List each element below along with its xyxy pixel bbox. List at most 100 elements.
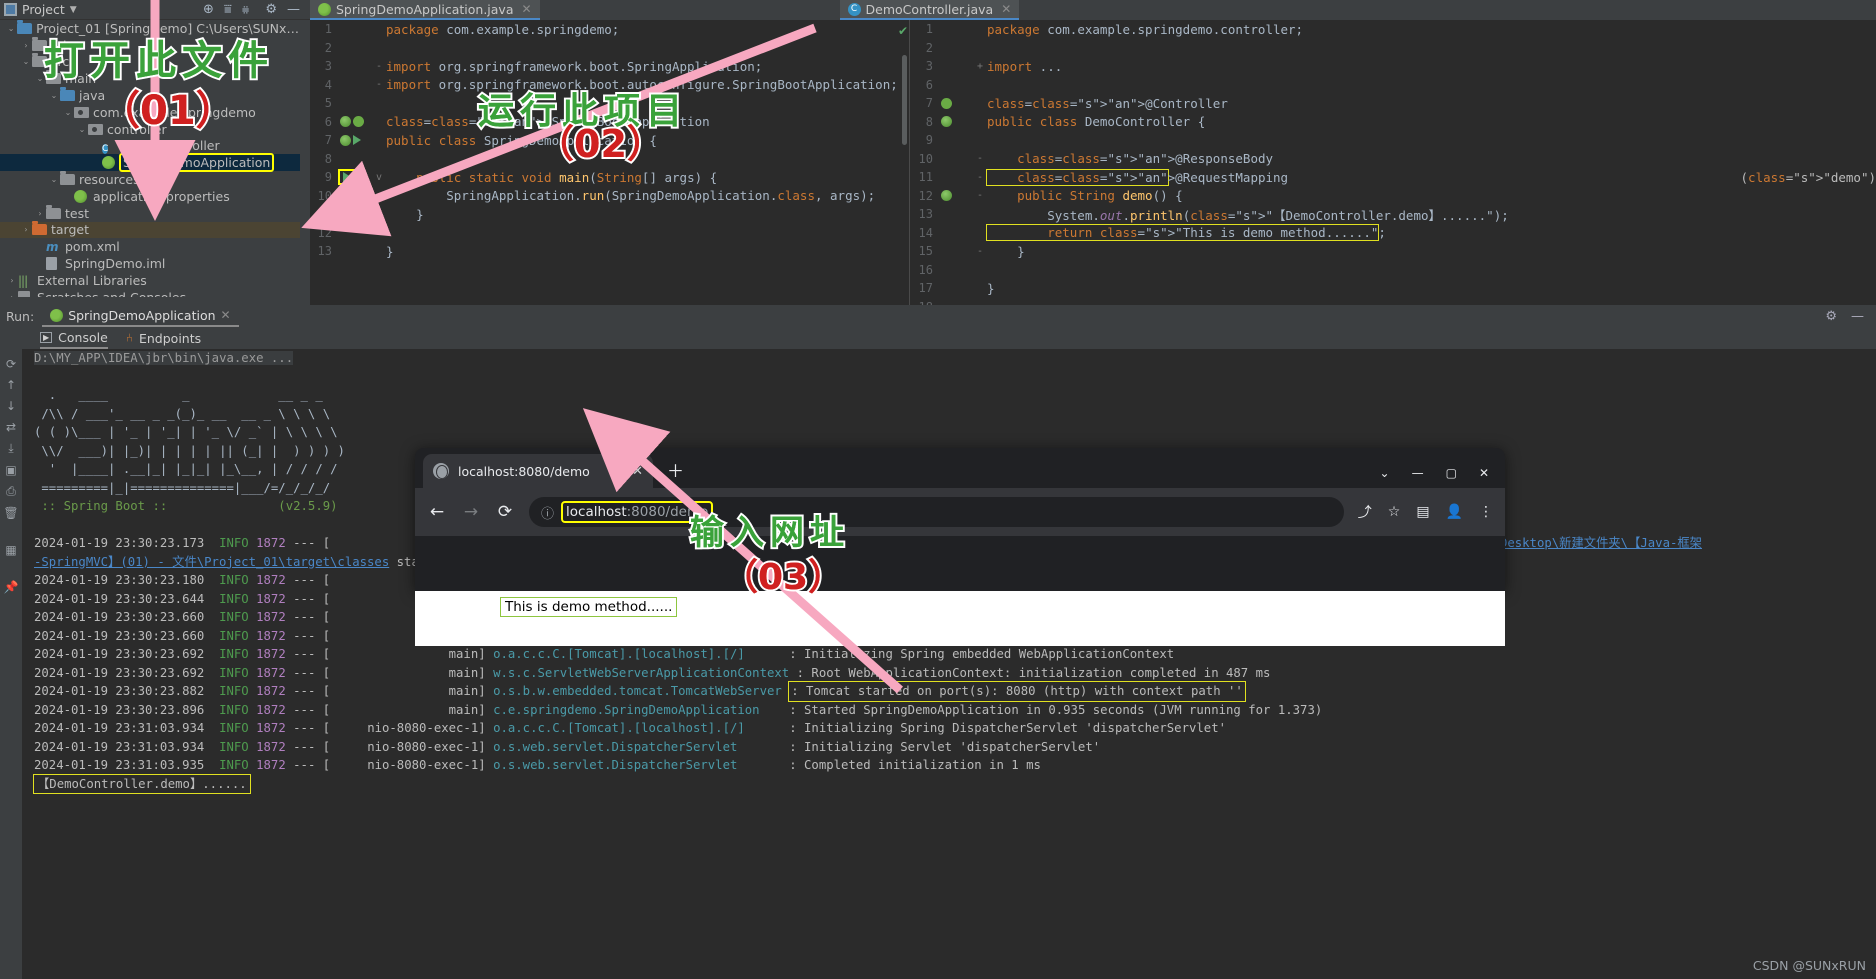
- collapse-all-icon[interactable]: ⩸: [224, 3, 232, 16]
- console-toolbar[interactable]: ⟳ ↑ ↓ ⇄ ⤓ ▣ ⎙ 🗑 ▦ 📌: [0, 349, 22, 979]
- chevron-down-icon[interactable]: ⌄: [5, 24, 17, 33]
- menu-icon[interactable]: ⋮: [1479, 504, 1493, 520]
- bean-icon[interactable]: [941, 116, 952, 127]
- grid-icon[interactable]: ▦: [5, 543, 16, 557]
- fold-marker[interactable]: -: [372, 79, 386, 90]
- close-icon[interactable]: ✕: [521, 2, 531, 16]
- chevron-right-icon[interactable]: ›: [6, 276, 18, 285]
- gutter-icons[interactable]: [939, 98, 973, 109]
- close-icon[interactable]: ✕: [221, 308, 231, 322]
- close-icon[interactable]: ✕: [632, 464, 643, 479]
- fold-marker[interactable]: -: [372, 61, 386, 72]
- project-tree[interactable]: ⌄Project_01 [SpringDemo] C:\Users\SUNxRU…: [0, 20, 300, 297]
- run-icon[interactable]: [343, 172, 351, 182]
- address-bar[interactable]: ⓘ localhost:8080/demo: [529, 497, 1344, 527]
- chevron-down-icon[interactable]: ⌄: [76, 125, 88, 134]
- down-arrow-icon[interactable]: ↓: [6, 399, 16, 413]
- run-config-tab[interactable]: SpringDemoApplication ✕: [42, 305, 238, 327]
- gutter-icons[interactable]: [338, 171, 372, 183]
- run-icon[interactable]: [353, 135, 361, 145]
- scroll-end-icon[interactable]: ⤓: [8, 441, 13, 456]
- tree-item-target[interactable]: ›target: [0, 222, 300, 239]
- gear-icon[interactable]: ⚙: [265, 3, 277, 16]
- tree-item-scratches[interactable]: ›Scratches and Consoles: [0, 289, 300, 297]
- bean-search-icon[interactable]: [340, 116, 351, 127]
- chevron-right-icon[interactable]: ·: [62, 192, 74, 201]
- minimize-icon[interactable]: —: [1412, 466, 1424, 480]
- browser-window[interactable]: localhost:8080/demo ✕ ＋ ⌄ — ▢ ✕ ← → ⟳ ⓘ …: [415, 448, 1505, 591]
- chevron-right-icon[interactable]: ·: [90, 158, 102, 167]
- tree-item-src[interactable]: ⌄src: [0, 54, 300, 71]
- tree-item-resources[interactable]: ⌄resources: [0, 171, 300, 188]
- tree-item-com[interactable]: ⌄com.example.springdemo: [0, 104, 300, 121]
- console-output[interactable]: D:\MY_APP\IDEA\jbr\bin\java.exe ... . __…: [22, 349, 1876, 979]
- chevron-right-icon[interactable]: ›: [34, 209, 46, 218]
- forward-arrow-icon[interactable]: →: [461, 502, 481, 522]
- minimize-icon[interactable]: —: [1851, 309, 1864, 324]
- gutter-icons[interactable]: [939, 190, 973, 201]
- gutter-icons[interactable]: [939, 116, 973, 127]
- gutter-icons[interactable]: [338, 116, 372, 127]
- tab-endpoints[interactable]: ⑃ Endpoints: [126, 327, 201, 349]
- minimize-icon[interactable]: —: [287, 3, 300, 16]
- bean-icon[interactable]: [353, 116, 364, 127]
- rerun-icon[interactable]: ⟳: [6, 357, 16, 371]
- tree-item-application[interactable]: ·application.properties: [0, 188, 300, 205]
- gutter-icons[interactable]: [338, 135, 372, 146]
- wrap-icon[interactable]: ⇄: [6, 420, 16, 434]
- pin-icon[interactable]: 📌: [4, 580, 19, 594]
- chevron-down-icon[interactable]: ▼: [70, 5, 77, 15]
- star-icon[interactable]: ☆: [1388, 504, 1401, 520]
- chevron-down-icon[interactable]: ⌄: [48, 175, 60, 184]
- chevron-right-icon[interactable]: ·: [90, 141, 102, 150]
- fold-marker[interactable]: -: [973, 246, 987, 257]
- bean-icon[interactable]: [941, 190, 952, 201]
- tree-item-test[interactable]: ›test: [0, 205, 300, 222]
- browser-tab[interactable]: localhost:8080/demo ✕: [423, 454, 653, 488]
- print-icon[interactable]: ⎙: [6, 484, 16, 499]
- url-text[interactable]: localhost:8080/demo: [563, 503, 711, 521]
- editor-scrollbar-thumb[interactable]: [902, 55, 907, 145]
- fold-marker[interactable]: +: [973, 61, 987, 72]
- log-link[interactable]: -SpringMVC】(01) - 文件\Project_01\target\c…: [34, 555, 389, 569]
- fold-marker[interactable]: v: [372, 172, 386, 183]
- close-icon[interactable]: ✕: [1479, 466, 1489, 480]
- up-arrow-icon[interactable]: ↑: [6, 378, 16, 392]
- bean-icon[interactable]: [340, 135, 351, 146]
- chevron-right-icon[interactable]: ›: [20, 41, 32, 50]
- info-circle-icon[interactable]: ⓘ: [541, 503, 554, 522]
- fold-marker[interactable]: -: [372, 209, 386, 220]
- tree-item-democontroller[interactable]: ·CDemoController: [0, 138, 300, 155]
- fold-marker[interactable]: -: [973, 172, 987, 183]
- fold-marker[interactable]: -: [973, 190, 987, 201]
- camera-icon[interactable]: ▣: [5, 463, 16, 477]
- tree-item-external[interactable]: ›|||External Libraries: [0, 272, 300, 289]
- tree-item-[interactable]: ›.idea: [0, 37, 300, 54]
- chevron-down-icon[interactable]: ⌄: [34, 74, 46, 83]
- chevron-right-icon[interactable]: ·: [34, 259, 46, 268]
- tab-console[interactable]: ▶ Console: [40, 327, 108, 349]
- expand-all-icon[interactable]: ⩷: [242, 3, 250, 16]
- tree-item-project_01[interactable]: ⌄Project_01 [SpringDemo] C:\Users\SUNxRU…: [0, 20, 300, 37]
- gear-icon[interactable]: ⚙: [1825, 309, 1837, 324]
- chevron-right-icon[interactable]: ›: [20, 225, 32, 234]
- tab-demo-controller[interactable]: C DemoController.java ✕: [840, 0, 1020, 20]
- code-editor-spring-demo-application[interactable]: 1package com.example.springdemo;23-impor…: [310, 20, 910, 305]
- maximize-icon[interactable]: ▢: [1446, 466, 1457, 480]
- share-icon[interactable]: ⤴: [1358, 502, 1372, 522]
- target-icon[interactable]: ⊕: [203, 3, 214, 16]
- chevron-down-icon[interactable]: ⌄: [20, 57, 32, 66]
- tree-item-springdemoapplication[interactable]: ·SpringDemoApplication: [0, 154, 300, 171]
- code-editor-demo-controller[interactable]: 1package com.example.springdemo.controll…: [911, 20, 1876, 305]
- back-arrow-icon[interactable]: ←: [427, 502, 447, 522]
- chevron-down-icon[interactable]: ⌄: [1380, 466, 1390, 480]
- fold-marker[interactable]: -: [973, 153, 987, 164]
- chevron-down-icon[interactable]: ⌄: [62, 108, 74, 117]
- run-gutter-highlight[interactable]: [340, 171, 354, 183]
- tree-item-pom[interactable]: ·mpom.xml: [0, 238, 300, 255]
- reload-icon[interactable]: ⟳: [495, 502, 515, 522]
- close-icon[interactable]: ✕: [1001, 2, 1011, 16]
- chevron-right-icon[interactable]: ·: [34, 242, 46, 251]
- tree-item-main[interactable]: ⌄main: [0, 70, 300, 87]
- chevron-right-icon[interactable]: ›: [6, 293, 18, 297]
